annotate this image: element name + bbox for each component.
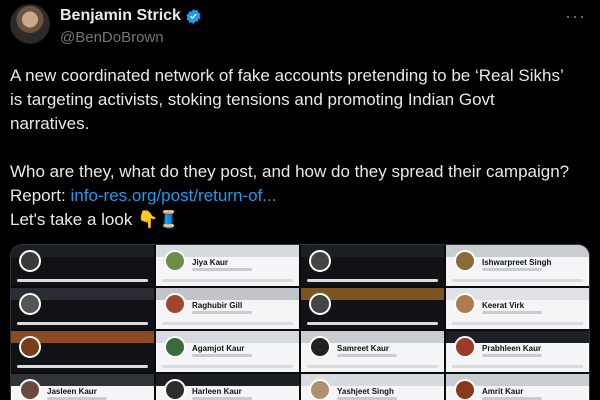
report-link[interactable]: info-res.org/post/return-of... [70, 186, 276, 205]
profile-meta [337, 354, 397, 357]
profile-card: Keerat Virk [446, 288, 589, 329]
profile-tabs [162, 322, 293, 325]
profile-card: Amrit Kaur [446, 374, 589, 400]
profile-card: Yashjeet Singh [301, 374, 444, 400]
profile-tabs [17, 365, 148, 368]
profile-picture [19, 379, 41, 400]
profile-name: Amrit Kaur [482, 387, 524, 396]
verified-badge-icon [186, 8, 201, 24]
author-name-row: Benjamin Strick [60, 7, 202, 25]
profile-collage: Jiya Kaur Ishwarpreet Singh Raghubir Gill K… [11, 245, 589, 400]
profile-name: Harleen Kaur [192, 387, 242, 396]
profile-name: Agamjot Kaur [192, 344, 245, 353]
profile-tabs [307, 279, 438, 282]
profile-picture [164, 336, 186, 358]
profile-tabs [162, 279, 293, 282]
profile-card [11, 288, 154, 329]
profile-tabs [452, 279, 583, 282]
profile-picture [454, 379, 476, 400]
profile-picture [309, 250, 331, 272]
profile-picture [19, 293, 41, 315]
profile-card: Agamjot Kaur [156, 331, 299, 372]
profile-picture [309, 293, 331, 315]
tweet-paragraph-2: Who are they, what do they post, and how… [10, 160, 570, 232]
profile-name: Jiya Kaur [192, 258, 229, 267]
profile-card: Jiya Kaur [156, 245, 299, 286]
profile-name: Ishwarpreet Singh [482, 258, 552, 267]
tweet-paragraph-1: A new coordinated network of fake accoun… [10, 66, 564, 133]
profile-card: Prabhleen Kaur [446, 331, 589, 372]
profile-name: Samreet Kaur [337, 344, 390, 353]
profile-picture [454, 293, 476, 315]
profile-picture [309, 336, 331, 358]
profile-picture [19, 250, 41, 272]
profile-tabs [17, 279, 148, 282]
tweet-text: A new coordinated network of fake accoun… [10, 64, 570, 232]
profile-name: Keerat Virk [482, 301, 525, 310]
profile-tabs [307, 322, 438, 325]
profile-picture [454, 250, 476, 272]
profile-picture [164, 379, 186, 400]
profile-tabs [307, 365, 438, 368]
profile-name: Yashjeet Singh [337, 387, 394, 396]
tweet-header: Benjamin Strick @BenDoBrown ··· [10, 4, 590, 50]
profile-tabs [452, 322, 583, 325]
profile-meta [482, 311, 542, 314]
profile-card [11, 331, 154, 372]
profile-meta [482, 354, 542, 357]
profile-tabs [17, 322, 148, 325]
profile-picture [454, 336, 476, 358]
more-options-icon[interactable]: ··· [565, 6, 586, 27]
profile-card [301, 245, 444, 286]
tweet-paragraph-3: Let's take a look 👇🧵 [10, 210, 180, 229]
profile-card: Ishwarpreet Singh [446, 245, 589, 286]
profile-card: Harleen Kaur [156, 374, 299, 400]
profile-meta [482, 268, 542, 271]
author-handle[interactable]: @BenDoBrown [60, 29, 164, 46]
profile-card [301, 288, 444, 329]
profile-card [11, 245, 154, 286]
profile-tabs [162, 365, 293, 368]
profile-card: Raghubir Gill [156, 288, 299, 329]
profile-meta [192, 311, 252, 314]
profile-card: Samreet Kaur [301, 331, 444, 372]
profile-picture [164, 293, 186, 315]
tweet-media-image[interactable]: Jiya Kaur Ishwarpreet Singh Raghubir Gill K… [10, 244, 590, 400]
profile-tabs [452, 365, 583, 368]
profile-name: Prabhleen Kaur [482, 344, 542, 353]
author-display-name[interactable]: Benjamin Strick [60, 7, 181, 25]
author-avatar[interactable] [10, 4, 50, 44]
profile-picture [164, 250, 186, 272]
profile-picture [309, 379, 331, 400]
profile-name: Jasleen Kaur [47, 387, 97, 396]
profile-meta [192, 268, 252, 271]
profile-name: Raghubir Gill [192, 301, 243, 310]
profile-meta [192, 354, 252, 357]
profile-picture [19, 336, 41, 358]
profile-card: Jasleen Kaur [11, 374, 154, 400]
